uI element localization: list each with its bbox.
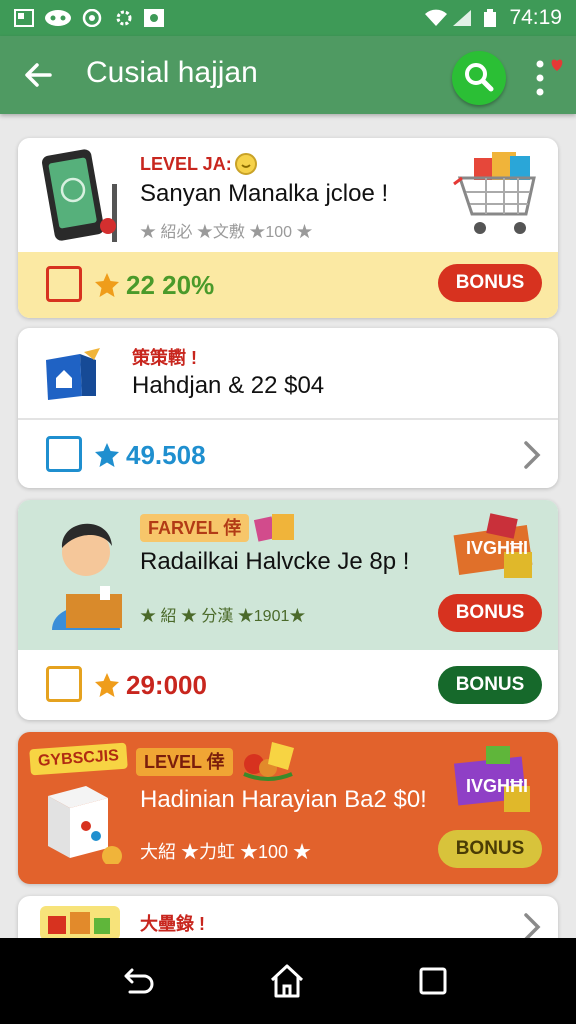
star-icon: [95, 443, 119, 467]
art-label: IVGHĦI: [466, 776, 529, 796]
back-icon[interactable]: [118, 960, 160, 1002]
star-icon: [95, 273, 119, 297]
bonus-button[interactable]: BONUS: [438, 666, 542, 704]
gift-icon: [254, 514, 294, 542]
fruits-icon: [243, 742, 294, 781]
page-title: Cusial hajjan: [86, 56, 258, 89]
level-tag: LEVEL 倖: [136, 748, 233, 776]
stat-value: 29:000: [126, 670, 207, 700]
gift-boxes-icon: [40, 906, 120, 940]
card-headline: Hadinian Harayian Ba2 $0!: [140, 786, 427, 813]
stat-value: 22 20%: [126, 270, 215, 300]
level-label: LEVEL JA:: [140, 154, 232, 174]
card-headline: Radailkai Halvcke Je 8p !: [140, 548, 410, 575]
more-vert-icon: [536, 59, 563, 96]
settings-icon: [116, 10, 132, 26]
person-with-box-icon: [52, 523, 122, 630]
card-top: 策策轛 ! Hahdjan & 22 $04: [18, 328, 558, 418]
card-subtext: ★ 紹必 ★文敷 ★100 ★: [140, 224, 313, 241]
star-icon: [95, 673, 119, 697]
card-top: LEVEL JA: Sanyan Manalka jcloe ! ★ 紹必 ★文…: [18, 138, 558, 252]
bonus-button[interactable]: BONUS: [438, 594, 542, 632]
back-arrow-icon[interactable]: [20, 57, 56, 93]
phone-icon: [42, 149, 117, 242]
status-bar: 74:19: [0, 0, 576, 36]
search-icon: [465, 63, 494, 92]
bonus-button[interactable]: BONUS: [438, 830, 542, 868]
image-icon: [144, 9, 164, 27]
promo-banner: GYBSCJIS: [29, 742, 128, 776]
wifi-icon: [425, 9, 447, 26]
search-button[interactable]: [452, 51, 506, 105]
offer-card-3[interactable]: FARVEL 倖 Radailkai Halvcke Je 8p ! ★ 紹 ★…: [18, 500, 558, 720]
card-bottom: 49.508: [18, 420, 558, 488]
level-label: 策策轛 !: [132, 348, 197, 368]
bonus-button[interactable]: BONUS: [438, 264, 542, 302]
chevron-right-icon[interactable]: [520, 440, 544, 470]
system-nav-bar: [0, 938, 576, 1024]
offer-card-2[interactable]: 策策轛 ! Hahdjan & 22 $04 49.508: [18, 328, 558, 488]
card-bottom: 29:000 BONUS: [18, 650, 558, 720]
level-tag: FARVEL 倖: [140, 514, 250, 542]
card-subtext: 大紹 ★力虹 ★100 ★: [140, 842, 312, 862]
stat-value: 49.508: [126, 440, 206, 470]
blue-box-icon: [46, 348, 100, 400]
overflow-menu-button[interactable]: [524, 52, 570, 106]
status-time: 74:19: [509, 6, 562, 29]
card-headline: Hahdjan & 22 $04: [132, 372, 325, 399]
wallet-icon: [46, 266, 82, 302]
shopping-cart-icon: [453, 152, 536, 234]
card-top: FARVEL 倖 Radailkai Halvcke Je 8p ! ★ 紹 ★…: [18, 500, 558, 650]
offer-card-4[interactable]: GYBSCJIS LEVEL 倖 Hadinian Harayian Ba2 $…: [18, 732, 558, 884]
card-headline: Sanyan Manalka jcloe !: [140, 180, 389, 207]
recents-icon[interactable]: [412, 960, 454, 1002]
gallery-icon: [14, 9, 34, 27]
signal-icon: [453, 10, 471, 26]
card-bottom: 22 20% BONUS: [18, 252, 558, 318]
door-icon: [46, 436, 82, 472]
home-icon[interactable]: [266, 960, 308, 1002]
record-icon: [82, 9, 102, 27]
battery-icon: [484, 9, 496, 27]
level-label: 大壘錄 !: [140, 914, 205, 934]
art-label: IVGHĦI: [466, 538, 529, 558]
app-bar: Cusial hajjan: [0, 36, 576, 114]
offer-card-1[interactable]: LEVEL JA: Sanyan Manalka jcloe ! ★ 紹必 ★文…: [18, 138, 558, 318]
smiley-icon: [235, 153, 257, 175]
dice-box-icon: [48, 786, 122, 864]
coupon-icon: [46, 666, 82, 702]
game-controller-icon: [45, 10, 71, 26]
card-subtext: ★ 紹 ★ 分漢 ★1901★: [140, 608, 306, 625]
